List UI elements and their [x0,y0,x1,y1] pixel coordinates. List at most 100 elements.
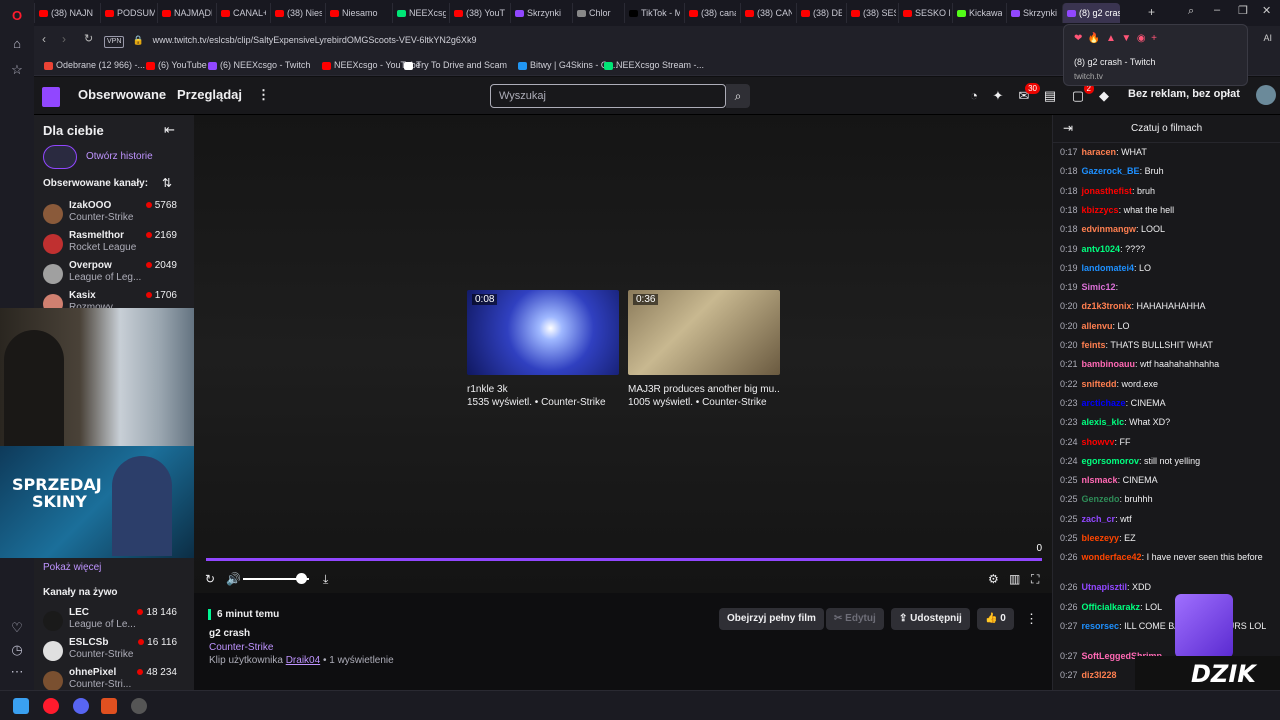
like-button[interactable]: 👍 0 [977,608,1014,630]
chat-username[interactable]: Simic12 [1082,282,1116,292]
browser-tab[interactable]: (38) DEC [796,3,842,23]
vpn-badge[interactable]: VPN [104,36,125,48]
chat-username[interactable]: antv1024 [1082,244,1121,254]
search-tabs-icon[interactable]: ⌕ [1188,5,1194,18]
whispers-icon[interactable]: ▢ 2 [1070,83,1094,104]
chat-username[interactable]: Officialkarakz [1082,602,1141,612]
browser-tab[interactable]: (8) g2 crash [1062,3,1120,23]
browser-tab[interactable]: NEEXcsg [392,3,446,23]
avatar[interactable] [1256,85,1276,105]
theatre-mode-icon[interactable]: ▥ [1009,572,1020,586]
browser-tab[interactable]: Chlor [572,3,620,23]
browser-tab[interactable]: CANAL+ [216,3,266,23]
new-tab-icon[interactable]: + [1148,5,1155,19]
replay-icon[interactable]: ↻ [205,572,215,586]
clip-thumbnail[interactable]: 0:36 [628,290,780,375]
chat-username[interactable]: landomatei4 [1082,263,1135,273]
settings-icon[interactable]: ⚙ [988,572,999,586]
bookmark-item[interactable]: Try To Drive and Scam [404,58,507,72]
twitch-logo-icon[interactable] [42,87,60,107]
open-history-link[interactable]: Otwórz historie [86,151,153,162]
browser-tab[interactable]: Niesamo [325,3,383,23]
bookmark-item[interactable]: (6) YouTube [146,58,207,72]
bookmark-item[interactable]: Bitwy | G4Skins - Ot... [518,58,618,72]
forward-icon[interactable]: › [62,32,66,46]
close-window-icon[interactable]: ✕ [1262,4,1271,17]
notifications-icon[interactable]: ▤ [1042,88,1058,104]
chat-username[interactable]: wonderface42 [1082,552,1142,562]
chat-username[interactable]: Genzedo [1082,494,1120,504]
clip-thumbnail[interactable]: 0:08 [467,290,619,375]
channel-item[interactable]: ESLCSb Counter-Strike 16 116 [34,637,194,667]
browser-tab[interactable]: (38) CAN [740,3,792,23]
share-button[interactable]: ⇪ Udostępnij [891,608,970,630]
chat-username[interactable]: zach_cr [1082,514,1116,524]
chat-username[interactable]: diz3l228 [1082,670,1117,680]
minimize-icon[interactable]: – [1214,4,1220,16]
drops-icon[interactable]: ✦ [990,88,1006,104]
clip-title[interactable]: r1nkle 3k [467,384,619,395]
browse-link[interactable]: Przeglądaj [177,87,242,102]
browser-tab[interactable]: Kickaway [952,3,1002,23]
windows-start-icon[interactable] [13,698,29,714]
more-options-icon[interactable]: ⋮ [1025,611,1038,627]
channel-item[interactable]: LEC League of Le... 18 146 [34,607,194,637]
search-input[interactable]: Wyszukaj [490,84,726,108]
chat-username[interactable]: allenvu [1082,321,1113,331]
chat-username[interactable]: egorsomorov [1082,456,1140,466]
search-icon[interactable]: ⌕ [726,84,750,108]
watch-full-button[interactable]: Obejrzyj pełny film [719,608,824,630]
bits-icon[interactable]: ◆ [1096,88,1112,104]
reload-icon[interactable]: ↻ [84,32,93,45]
video-player[interactable]: 0:08 r1nkle 3k 1535 wyświetl. • Counter-St… [194,115,1052,593]
star-icon[interactable]: ☆ [9,62,25,78]
fullscreen-icon[interactable]: ⛶ [1031,572,1039,587]
history-avatar[interactable] [43,145,77,169]
browser-tab[interactable]: (38) YouT [449,3,507,23]
clipper-link[interactable]: Draik04 [286,655,320,666]
clip-title[interactable]: MAJ3R produces another big mu... [628,384,780,395]
channel-item[interactable]: IzakOOO Counter-Strike 5768 [34,200,194,230]
chat-username[interactable]: edvinmangw [1082,224,1137,234]
chat-username[interactable]: kbizzycs [1082,205,1119,215]
more-menu-icon[interactable]: ⋮ [257,87,270,103]
channel-item[interactable]: Overpow League of Leg... 2049 [34,260,194,290]
app-taskbar-icon[interactable] [101,698,117,714]
chat-username[interactable]: arctichaze [1082,398,1126,408]
activity-icon[interactable]: ◔ [966,88,982,104]
ai-button[interactable]: AI [1263,33,1272,43]
back-icon[interactable]: ‹ [42,32,46,46]
browser-tab[interactable]: TikTok - M [624,3,680,23]
browser-tab[interactable]: (38) NAJN [34,3,96,23]
ad-free-button[interactable]: Bez reklam, bez opłat [1128,88,1240,100]
download-icon[interactable]: ⤓ [323,572,328,587]
discord-taskbar-icon[interactable] [73,698,89,714]
bookmark-item[interactable]: Odebrane (12 966) -... [44,58,145,72]
obs-taskbar-icon[interactable] [131,698,147,714]
browser-tab[interactable]: (38) SESK [846,3,896,23]
chat-username[interactable]: dz1k3tronix [1082,301,1132,311]
volume-icon[interactable]: 🔊 [226,572,241,586]
home-icon[interactable]: ⌂ [9,36,25,52]
maximize-icon[interactable]: ❐ [1238,4,1248,17]
chat-username[interactable]: Utnapisztil [1082,582,1128,592]
show-more-link[interactable]: Pokaż więcej [43,562,101,573]
chat-username[interactable]: haracen [1082,147,1117,157]
chat-username[interactable]: bambinoauu [1082,359,1136,369]
chat-username[interactable]: resorsec [1082,621,1120,631]
volume-slider-handle[interactable] [296,573,308,584]
progress-bar[interactable] [206,558,1042,561]
history-icon[interactable]: ◷ [9,642,25,658]
browser-tab[interactable]: (38) cana [684,3,736,23]
browser-tab[interactable]: PODSUM [100,3,155,23]
chat-username[interactable]: sniftedd [1082,379,1117,389]
collapse-chat-icon[interactable]: ⇥ [1063,121,1073,135]
more-icon[interactable]: ⋯ [9,664,25,680]
clip-category-link[interactable]: Counter-Strike [209,642,273,653]
bookmark-item[interactable]: (6) NEEXcsgo - Twitch [208,58,310,72]
chat-username[interactable]: nlsmack [1082,475,1118,485]
edit-button[interactable]: ✂ Edytuj [826,608,884,630]
chat-username[interactable]: Gazerock_BE [1082,166,1140,176]
chat-username[interactable]: alexis_klc [1082,417,1125,427]
browser-tab[interactable]: Skrzynki [1006,3,1058,23]
